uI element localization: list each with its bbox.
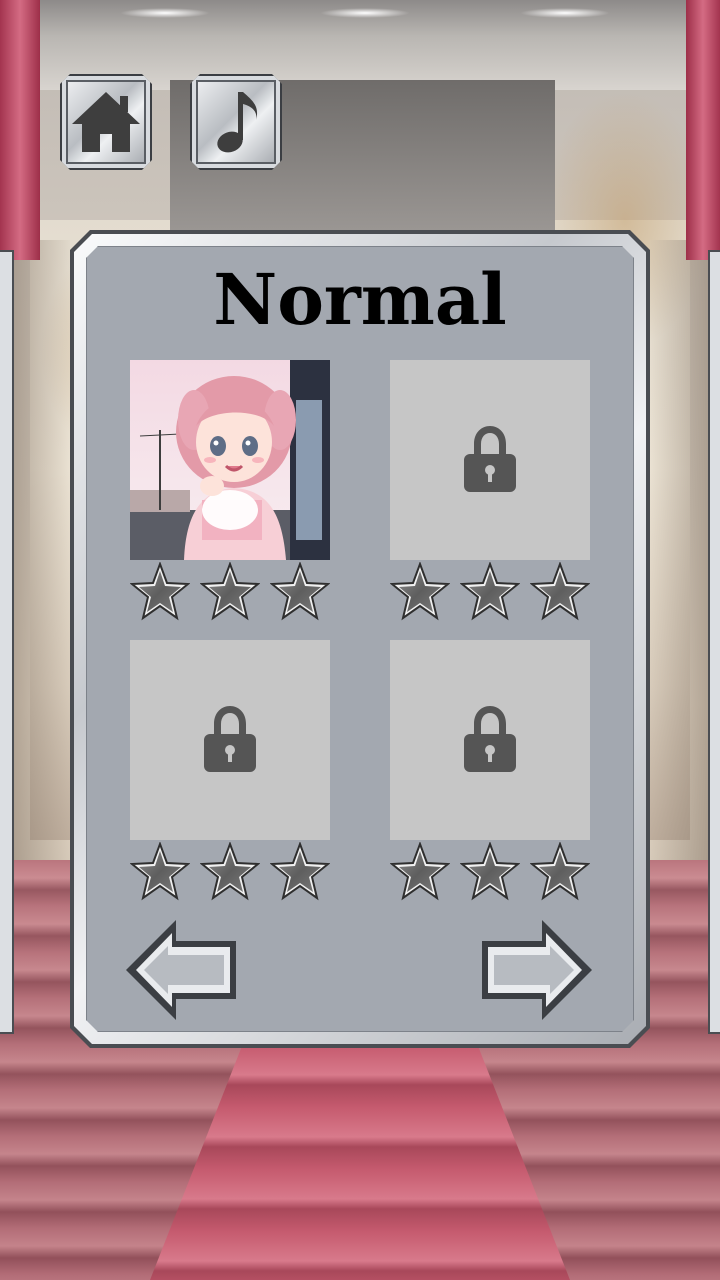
- level-4-stars: [390, 842, 590, 902]
- adjacent-panel-left-edge: [0, 250, 14, 1034]
- level-3-stars: [130, 842, 330, 902]
- level-1-thumbnail[interactable]: [130, 360, 330, 560]
- difficulty-title: Normal: [213, 258, 507, 341]
- star-empty-icon: [530, 562, 590, 622]
- prev-page-button[interactable]: [122, 917, 240, 1023]
- lock-icon: [462, 426, 518, 492]
- level-card-3: [130, 640, 330, 902]
- lock-icon: [462, 706, 518, 772]
- curtain-right: [686, 0, 720, 260]
- level-card-1: [130, 360, 330, 622]
- star-empty-icon: [130, 562, 190, 622]
- star-empty-icon: [200, 562, 260, 622]
- level-4-thumbnail[interactable]: [390, 640, 590, 840]
- anime-girl-portrait: [130, 360, 330, 560]
- level-card-4: [390, 640, 590, 902]
- ceiling-light: [520, 8, 610, 18]
- music-button[interactable]: [190, 74, 282, 170]
- next-page-button[interactable]: [478, 917, 596, 1023]
- star-empty-icon: [390, 842, 450, 902]
- home-button[interactable]: [60, 74, 152, 170]
- star-empty-icon: [460, 842, 520, 902]
- star-empty-icon: [200, 842, 260, 902]
- ceiling-light: [320, 8, 410, 18]
- level-1-stars: [130, 562, 330, 622]
- curtain-left: [0, 0, 40, 260]
- music-note-icon: [200, 86, 272, 158]
- ceiling-light: [120, 8, 210, 18]
- level-2-stars: [390, 562, 590, 622]
- star-empty-icon: [390, 562, 450, 622]
- level-3-thumbnail[interactable]: [130, 640, 330, 840]
- lock-icon: [202, 706, 258, 772]
- star-empty-icon: [270, 562, 330, 622]
- star-empty-icon: [270, 842, 330, 902]
- level-2-thumbnail[interactable]: [390, 360, 590, 560]
- game-screen: Normal: [0, 0, 720, 1280]
- star-empty-icon: [530, 842, 590, 902]
- adjacent-panel-right-edge: [708, 250, 720, 1034]
- home-icon: [70, 86, 142, 158]
- level-card-2: [390, 360, 590, 622]
- star-empty-icon: [460, 562, 520, 622]
- star-empty-icon: [130, 842, 190, 902]
